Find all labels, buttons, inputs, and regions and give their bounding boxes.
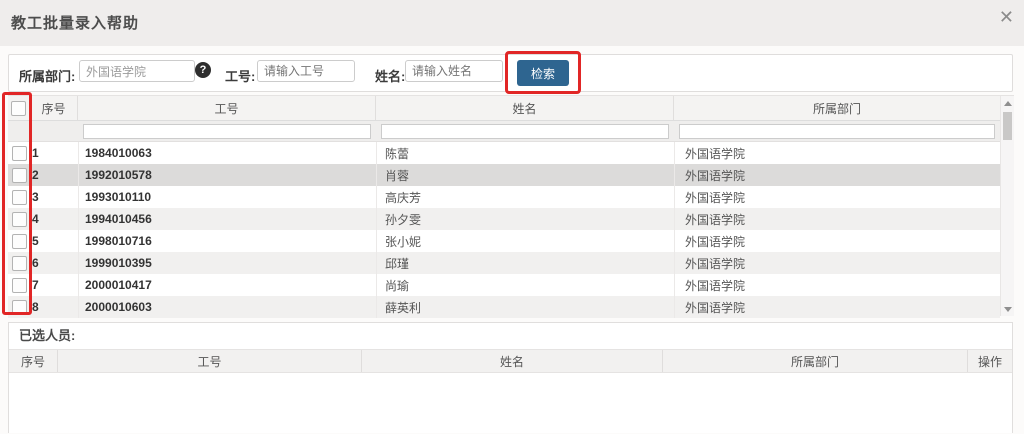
cell-seq: 7 <box>30 278 78 292</box>
search-button[interactable]: 检索 <box>517 60 569 86</box>
table-row[interactable]: 7 2000010417 尚瑜 外国语学院 <box>8 274 1000 296</box>
cell-seq: 1 <box>30 146 78 160</box>
table-row[interactable]: 4 1994010456 孙夕雯 外国语学院 <box>8 208 1000 230</box>
table-row[interactable]: 3 1993010110 高庆芳 外国语学院 <box>8 186 1000 208</box>
row-checkbox[interactable] <box>12 146 27 161</box>
modal-title: 教工批量录入帮助 <box>11 12 139 33</box>
modal-header: 教工批量录入帮助 ✕ <box>0 0 1024 46</box>
cell-empno: 2000010417 <box>78 274 376 296</box>
cell-name: 张小妮 <box>376 230 674 252</box>
cell-name: 邱瑾 <box>376 252 674 274</box>
cell-dept: 外国语学院 <box>674 186 1000 208</box>
name-input[interactable] <box>405 60 503 82</box>
cell-dept: 外国语学院 <box>674 252 1000 274</box>
row-checkbox[interactable] <box>12 300 27 315</box>
selected-header-row: 序号 工号 姓名 所属部门 操作 <box>9 349 1012 373</box>
dept-filter-input[interactable] <box>679 124 995 139</box>
selected-body-empty <box>9 373 1012 433</box>
selected-people-panel: 已选人员: 序号 工号 姓名 所属部门 操作 <box>8 322 1013 433</box>
cell-seq: 2 <box>30 168 78 182</box>
cell-dept: 外国语学院 <box>674 142 1000 164</box>
cell-seq: 3 <box>30 190 78 204</box>
selected-title: 已选人员: <box>9 323 1012 349</box>
search-panel: 所属部门: ? 工号: 姓名: 检索 <box>8 54 1013 92</box>
cell-name: 高庆芳 <box>376 186 674 208</box>
cell-name: 陈蕾 <box>376 142 674 164</box>
cell-empno: 1999010395 <box>78 252 376 274</box>
scroll-up-icon[interactable] <box>1001 96 1014 110</box>
cell-empno: 1998010716 <box>78 230 376 252</box>
cell-empno: 1992010578 <box>78 164 376 186</box>
help-icon[interactable]: ? <box>195 62 211 78</box>
sel-header-dept: 所属部门 <box>663 350 968 372</box>
dept-label: 所属部门: <box>19 66 75 85</box>
table-row[interactable]: 2 1992010578 肖蓉 外国语学院 <box>8 164 1000 186</box>
row-checkbox[interactable] <box>12 234 27 249</box>
cell-name: 薛英利 <box>376 296 674 318</box>
cell-dept: 外国语学院 <box>674 274 1000 296</box>
cell-dept: 外国语学院 <box>674 296 1000 318</box>
cell-empno: 2000010603 <box>78 296 376 318</box>
cell-empno: 1994010456 <box>78 208 376 230</box>
cell-dept: 外国语学院 <box>674 230 1000 252</box>
header-empno: 工号 <box>78 96 376 120</box>
row-checkbox[interactable] <box>12 190 27 205</box>
table-row[interactable]: 6 1999010395 邱瑾 外国语学院 <box>8 252 1000 274</box>
select-all-checkbox[interactable] <box>11 101 26 116</box>
name-label: 姓名: <box>375 66 405 85</box>
cell-seq: 6 <box>30 256 78 270</box>
table-row[interactable]: 5 1998010716 张小妮 外国语学院 <box>8 230 1000 252</box>
cell-seq: 8 <box>30 300 78 314</box>
results-header-row: 序号 工号 姓名 所属部门 <box>8 96 1000 121</box>
empno-label: 工号: <box>225 66 255 85</box>
cell-dept: 外国语学院 <box>674 164 1000 186</box>
sel-header-empno: 工号 <box>58 350 362 372</box>
row-checkbox[interactable] <box>12 278 27 293</box>
cell-seq: 5 <box>30 234 78 248</box>
table-row[interactable]: 1 1984010063 陈蕾 外国语学院 <box>8 142 1000 164</box>
results-body: 1 1984010063 陈蕾 外国语学院 2 1992010578 肖蓉 外国… <box>8 142 1000 318</box>
cell-dept: 外国语学院 <box>674 208 1000 230</box>
sel-header-name: 姓名 <box>362 350 663 372</box>
empno-filter-input[interactable] <box>83 124 371 139</box>
header-dept: 所属部门 <box>674 96 1000 120</box>
cell-name: 尚瑜 <box>376 274 674 296</box>
table-row[interactable]: 8 2000010603 薛英利 外国语学院 <box>8 296 1000 318</box>
name-filter-input[interactable] <box>381 124 669 139</box>
close-icon[interactable]: ✕ <box>999 7 1014 27</box>
row-checkbox[interactable] <box>12 212 27 227</box>
sel-header-action: 操作 <box>968 350 1012 372</box>
vertical-scrollbar[interactable] <box>1000 96 1014 316</box>
cell-seq: 4 <box>30 212 78 226</box>
cell-name: 肖蓉 <box>376 164 674 186</box>
filter-row <box>8 121 1000 142</box>
row-checkbox[interactable] <box>12 256 27 271</box>
cell-empno: 1993010110 <box>78 186 376 208</box>
header-name: 姓名 <box>376 96 674 120</box>
scroll-down-icon[interactable] <box>1001 302 1014 316</box>
staff-batch-entry-modal: 教工批量录入帮助 ✕ 所属部门: ? 工号: 姓名: 检索 序号 工号 姓名 所… <box>0 0 1024 434</box>
cell-name: 孙夕雯 <box>376 208 674 230</box>
cell-empno: 1984010063 <box>78 142 376 164</box>
results-table: 序号 工号 姓名 所属部门 1 1984010063 陈蕾 外国语学院 2 19… <box>8 95 1014 315</box>
header-seq: 序号 <box>30 96 78 120</box>
sel-header-seq: 序号 <box>9 350 58 372</box>
empno-input[interactable] <box>257 60 355 82</box>
scrollbar-thumb[interactable] <box>1003 112 1012 140</box>
dept-input[interactable] <box>79 60 195 82</box>
row-checkbox[interactable] <box>12 168 27 183</box>
